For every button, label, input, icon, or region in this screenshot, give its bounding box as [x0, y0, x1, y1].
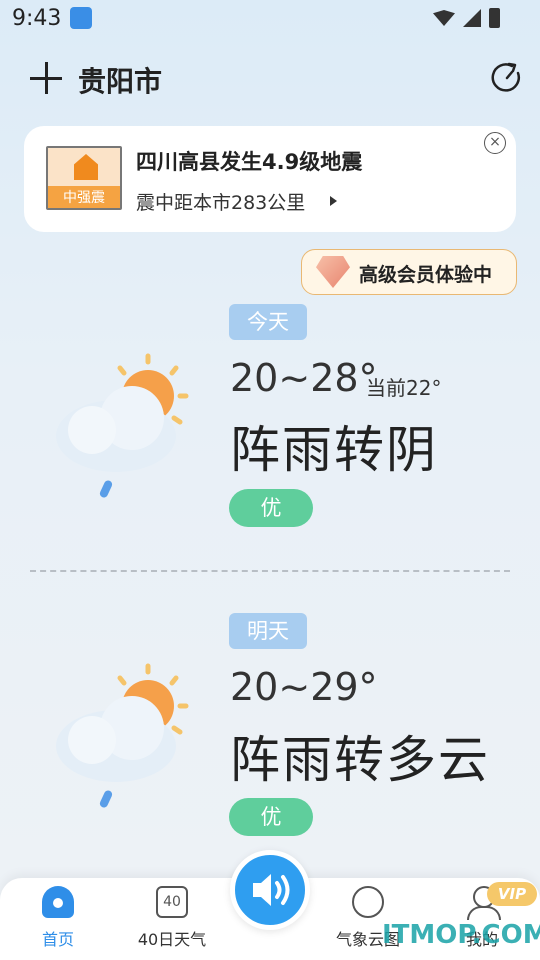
globe-icon — [352, 886, 384, 918]
diamond-icon — [316, 256, 350, 288]
today-aqi-badge[interactable]: 优 — [229, 489, 313, 527]
shower-cloud-sun-icon — [56, 663, 189, 808]
nav-home[interactable]: 首页 — [8, 886, 108, 956]
nav-40-day[interactable]: 40 40日天气 — [122, 886, 222, 956]
home-icon — [42, 886, 74, 918]
tomorrow-forecast[interactable]: 明天 20~29° 阵雨转多云 优 — [0, 0, 540, 836]
divider — [30, 570, 510, 572]
day-tag-today: 今天 — [229, 304, 307, 340]
today-current-temp: 当前22° — [366, 376, 442, 400]
nav-label: 首页 — [41, 930, 74, 949]
day-tag-tomorrow: 明天 — [229, 613, 307, 649]
vip-trial-label: 高级会员体验中 — [359, 264, 493, 286]
voice-broadcast-button[interactable] — [230, 850, 310, 930]
today-condition: 阵雨转阴 — [230, 421, 438, 479]
tomorrow-temp-range: 20~29° — [230, 665, 378, 709]
speaker-icon — [253, 874, 290, 906]
vip-badge: VIP — [487, 882, 537, 906]
tomorrow-aqi-badge[interactable]: 优 — [229, 798, 313, 836]
tomorrow-condition: 阵雨转多云 — [230, 731, 490, 789]
today-temp-range: 20~28° — [230, 356, 378, 400]
calendar-icon: 40 — [156, 886, 188, 918]
shower-cloud-sun-icon — [56, 353, 189, 498]
watermark: ITMOP.COM — [382, 920, 540, 950]
nav-label: 40日天气 — [137, 930, 207, 949]
